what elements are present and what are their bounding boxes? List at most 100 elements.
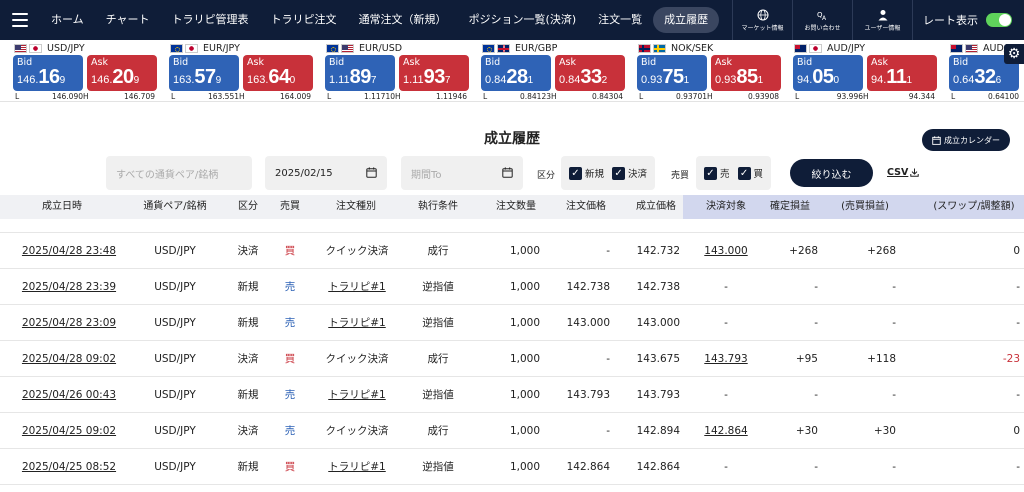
rate-pair: EUR/JPY [170,43,240,54]
cell-fill-price: 143.793 [636,389,680,401]
rate-card[interactable]: AUD/JPY Bid 94.050 Ask 94.111 L 93.996 H9… [780,40,937,101]
ask-button[interactable]: Ask 163.640 [243,55,313,91]
user-info-button[interactable]: ユーザー情報 [852,0,912,40]
ask-button[interactable]: Ask 1.11937 [399,55,469,91]
bid-price-tail: 7 [370,75,377,86]
high-label: H [395,92,401,101]
cell-condition: 成行 [427,425,449,437]
kubun_options-checkbox-1[interactable]: ✓ 決済 [612,166,647,180]
kubun_options-checkbox-0[interactable]: ✓ 新規 [569,166,604,180]
pair-select[interactable]: すべての通貨ペア/銘柄 [106,156,252,190]
hamburger-menu-icon[interactable] [0,0,40,40]
nav-item-6[interactable]: 注文一覧 [587,7,653,33]
market-info-button[interactable]: マーケット情報 [732,0,792,40]
calendar-icon[interactable] [502,167,513,178]
ask-button[interactable]: Ask 0.93851 [711,55,781,91]
rate-card[interactable]: NOK/SEK Bid 0.93751 Ask 0.93851 L 0.93701… [624,40,781,101]
cell-datetime[interactable]: 2025/04/28 23:48 [14,233,124,269]
cell-order-type[interactable]: トラリピ#1 [314,377,400,413]
cell-datetime[interactable]: 2025/04/25 09:02 [14,413,124,449]
column-header-12: (スワップ/調整額) [933,201,1015,212]
user-icon [878,9,887,20]
flag-aud-icon [794,44,807,53]
rate-toggle-switch[interactable] [986,13,1012,27]
nav-item-0[interactable]: ホーム [40,7,95,33]
checkbox-checked-icon[interactable]: ✓ [569,166,582,180]
bid-price-big: 16 [38,66,60,88]
date-to-input[interactable]: 期間To [401,156,523,190]
ask-button[interactable]: Ask 0.84332 [555,55,625,91]
checkbox-checked-icon[interactable]: ✓ [704,166,717,180]
ask-button[interactable]: Ask 146.209 [87,55,157,91]
bid-button[interactable]: Bid 146.169 [13,55,83,91]
bid-price: 0.93751 [641,66,689,89]
cell-target[interactable]: 143.000 [690,233,762,269]
cell-kubun: 新規 [237,389,259,401]
cell-target[interactable]: 142.864 [690,413,762,449]
cell-fill-price: 142.738 [636,281,680,293]
nav-item-7[interactable]: 成立履歴 [653,7,720,33]
bid-button[interactable]: Bid 1.11897 [325,55,395,91]
gear-icon[interactable]: ⚙ [1004,44,1024,64]
nav-item-2[interactable]: トラリピ管理表 [161,7,260,33]
checkbox-label: 決済 [628,169,648,180]
bid-price-head: 0.84 [485,74,507,86]
ask-price: 146.209 [91,66,139,89]
rate-pair: EUR/GBP [482,43,557,54]
column-header-2: 区分 [238,201,258,212]
cell-pnl: - [814,317,818,329]
ask-button[interactable]: Ask 94.111 [867,55,937,91]
cell-order-type[interactable]: トラリピ#1 [314,449,400,485]
nav-item-5[interactable]: ポジション一覧(決済) [458,7,588,33]
baibai_options-checkbox-1[interactable]: ✓ 買 [737,166,763,180]
rate-card[interactable]: EUR/JPY Bid 163.579 Ask 163.640 L 163.551… [156,40,313,101]
cell-datetime[interactable]: 2025/04/26 00:43 [14,377,124,413]
bid-button[interactable]: Bid 0.84281 [481,55,551,91]
bid-price-head: 146. [17,74,39,86]
checkbox-label: 売 [720,169,730,180]
cell-trade-pnl: - [892,281,896,293]
bid-button[interactable]: Bid 94.050 [793,55,863,91]
cell-order-type[interactable]: トラリピ#1 [314,269,400,305]
ask-price-head: 1.11 [403,74,424,86]
cell-datetime[interactable]: 2025/04/28 09:02 [14,341,124,377]
nav-item-4[interactable]: 通常注文（新規） [348,7,458,33]
rate-card[interactable]: USD/JPY Bid 146.169 Ask 146.209 L 146.090… [0,40,157,101]
low-value: 163.551 [207,92,239,101]
csv-download-link[interactable]: CSV [887,167,920,178]
contact-button[interactable]: QA お問い合わせ [792,0,852,40]
rate-pair: AUD/JPY [794,43,865,54]
baibai-checkbox-group: ✓ 売 ✓ 買 [696,156,772,190]
cell-datetime[interactable]: 2025/04/28 23:09 [14,305,124,341]
calendar-icon[interactable] [366,167,377,178]
nav-item-1[interactable]: チャート [95,7,161,33]
cell-datetime[interactable]: 2025/04/28 23:39 [14,269,124,305]
baibai_options-checkbox-0[interactable]: ✓ 売 [704,166,730,180]
bid-price: 163.579 [173,66,221,89]
cell-datetime[interactable]: 2025/04/25 08:52 [14,449,124,485]
rate-toggle[interactable]: レート表示 [912,0,1024,40]
narrow-button[interactable]: 絞り込む [790,159,873,187]
contact-label: お問い合わせ [804,24,841,32]
bid-button[interactable]: Bid 163.579 [169,55,239,91]
nav-item-3[interactable]: トラリピ注文 [260,7,348,33]
bid-price-big: 57 [194,66,216,88]
table-row-partial [0,219,1024,233]
top-nav: ホーム チャート トラリピ管理表 トラリピ注文 通常注文（新規） ポジション一覧(決済) 注… [0,0,1024,40]
date-from-input[interactable]: 2025/02/15 [265,156,387,190]
checkbox-checked-icon[interactable]: ✓ [612,166,626,180]
rate-card[interactable]: EUR/GBP Bid 0.84281 Ask 0.84332 L 0.84123… [468,40,625,101]
cell-target[interactable]: 143.793 [690,341,762,377]
cell-side: 売 [284,389,296,401]
ask-price-big: 33 [580,66,602,88]
rate-card[interactable]: EUR/USD Bid 1.11897 Ask 1.11937 L 1.11710… [312,40,469,101]
ask-price-big: 85 [736,66,758,88]
bid-price-big: 75 [662,66,684,88]
pair-select-placeholder: すべての通貨ペア/銘柄 [116,169,219,181]
cell-side: 売 [284,281,296,293]
bid-button[interactable]: Bid 0.93751 [637,55,707,91]
calendar-button[interactable]: 成立カレンダー [922,129,1010,151]
checkbox-checked-icon[interactable]: ✓ [737,166,751,180]
flag-jpy-icon [29,44,42,53]
cell-order-type[interactable]: トラリピ#1 [314,305,400,341]
